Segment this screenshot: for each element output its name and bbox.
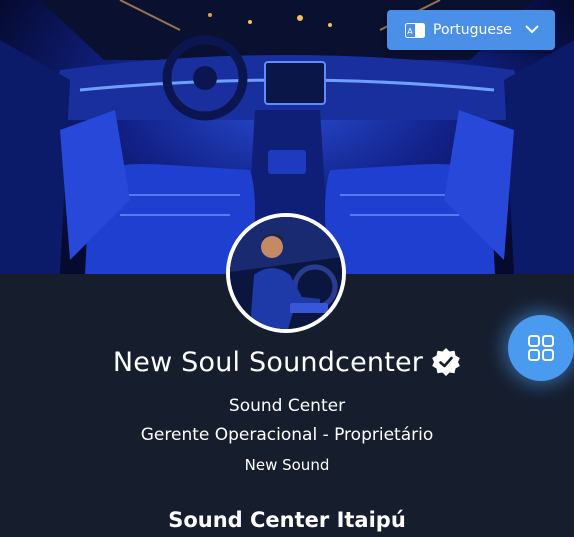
avatar: [226, 213, 346, 333]
section-title: Sound Center Itaipú: [168, 508, 406, 532]
svg-text:A: A: [407, 27, 413, 36]
chevron-down-icon: [525, 24, 539, 34]
profile-name-row: New Soul Soundcenter: [0, 342, 574, 382]
job-title: Gerente Operacional - Proprietário: [140, 425, 434, 445]
verified-badge-icon: [431, 347, 461, 377]
translate-icon: A: [405, 22, 425, 38]
language-label: Portuguese: [433, 22, 512, 38]
profile-name: New Soul Soundcenter: [112, 346, 424, 378]
brand-name: New Sound: [244, 456, 330, 474]
company-name: Sound Center: [228, 396, 346, 416]
language-selector[interactable]: A Portuguese: [387, 10, 555, 50]
